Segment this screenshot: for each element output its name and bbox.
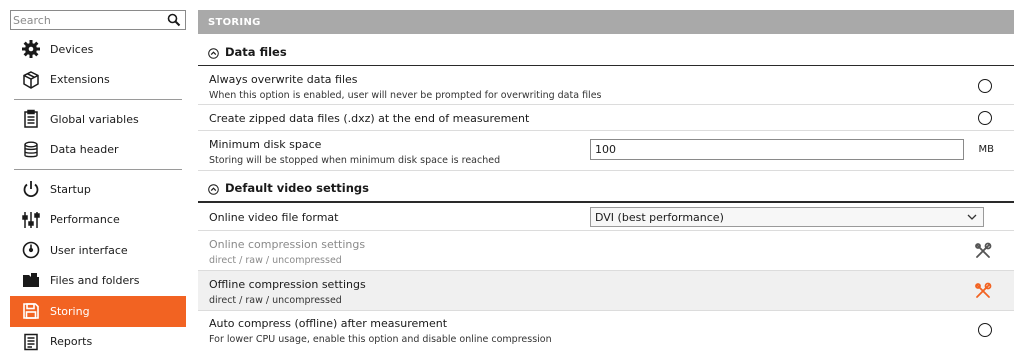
- clipboard-list-icon: [20, 108, 42, 130]
- section-title: Default video settings: [225, 181, 369, 195]
- search-input[interactable]: [11, 11, 161, 29]
- sidebar-item-performance[interactable]: Performance: [10, 205, 186, 236]
- sidebar-item-label: Global variables: [50, 112, 139, 126]
- auto-compress-radio[interactable]: [978, 323, 992, 337]
- sidebar-divider: [14, 169, 182, 170]
- sidebar-list: Devices Extensions Global variables Data…: [10, 34, 186, 357]
- sidebar-item-data-header[interactable]: Data header: [10, 135, 186, 166]
- sidebar-item-startup[interactable]: Startup: [10, 174, 186, 205]
- sidebar-item-files-and-folders[interactable]: Files and folders: [10, 266, 186, 297]
- unit-label: MB: [978, 144, 995, 155]
- setting-row-always-overwrite: Always overwrite data files When this op…: [198, 66, 1014, 105]
- setting-title: Auto compress (offline) after measuremen…: [209, 317, 448, 330]
- sidebar-item-label: Performance: [50, 213, 120, 227]
- sliders-icon: [20, 209, 42, 231]
- setting-description: direct / raw / uncompressed: [209, 255, 342, 266]
- section-title: Data files: [225, 45, 287, 59]
- setting-row-offline-compression: Offline compression settings direct / ra…: [198, 271, 1014, 311]
- sidebar: Devices Extensions Global variabl: [0, 0, 196, 358]
- setting-row-create-zipped: Create zipped data files (.dxz) at the e…: [198, 105, 1014, 131]
- folder-icon: [20, 270, 42, 292]
- sidebar-item-label: Extensions: [50, 73, 110, 87]
- sidebar-item-devices[interactable]: Devices: [10, 34, 186, 65]
- setting-description: direct / raw / uncompressed: [209, 295, 342, 306]
- database-icon: [20, 139, 42, 161]
- sidebar-divider: [14, 99, 182, 100]
- setting-title: Offline compression settings: [209, 278, 366, 291]
- search-box: [10, 10, 186, 30]
- cube-icon: [20, 69, 42, 91]
- chevron-up-icon[interactable]: [208, 48, 219, 59]
- section-default-video-settings[interactable]: Default video settings: [198, 171, 1014, 203]
- search-icon[interactable]: [167, 13, 181, 27]
- create-zipped-radio[interactable]: [978, 111, 992, 125]
- sidebar-item-label: Files and folders: [50, 274, 140, 288]
- setting-row-auto-compress: Auto compress (offline) after measuremen…: [198, 311, 1014, 351]
- gear-icon: [20, 38, 42, 60]
- sidebar-item-reports[interactable]: Reports: [10, 327, 186, 358]
- sidebar-item-label: Devices: [50, 42, 94, 56]
- chevron-down-icon: [967, 214, 977, 220]
- sidebar-item-label: Data header: [50, 143, 119, 157]
- section-data-files[interactable]: Data files: [198, 34, 1014, 66]
- save-icon: [20, 300, 42, 322]
- tools-icon[interactable]: [974, 282, 992, 300]
- page-title: STORING: [198, 10, 1014, 34]
- chevron-up-icon[interactable]: [208, 184, 219, 195]
- setting-title: Always overwrite data files: [209, 73, 358, 86]
- gauge-icon: [20, 239, 42, 261]
- minimum-disk-space-input[interactable]: [590, 139, 964, 160]
- sidebar-item-label: Storing: [50, 304, 90, 318]
- setting-description: When this option is enabled, user will n…: [209, 90, 602, 101]
- sidebar-item-global-variables[interactable]: Global variables: [10, 104, 186, 135]
- sidebar-item-label: User interface: [50, 243, 128, 257]
- select-value: DVI (best performance): [595, 210, 724, 224]
- video-format-select[interactable]: DVI (best performance): [590, 207, 984, 227]
- setting-row-online-video-format: Online video file format DVI (best perfo…: [198, 203, 1014, 231]
- sidebar-item-user-interface[interactable]: User interface: [10, 235, 186, 266]
- setting-title: Online compression settings: [209, 238, 366, 251]
- sidebar-item-storing[interactable]: Storing: [10, 296, 186, 327]
- setting-row-minimum-disk-space: Minimum disk space Storing will be stopp…: [198, 131, 1014, 171]
- storing-panel: STORING Data files Always overwrite data…: [198, 10, 1014, 358]
- sidebar-item-extensions[interactable]: Extensions: [10, 65, 186, 96]
- setting-description: For lower CPU usage, enable this option …: [209, 334, 552, 345]
- always-overwrite-radio[interactable]: [978, 79, 992, 93]
- power-icon: [20, 178, 42, 200]
- report-icon: [20, 331, 42, 353]
- sidebar-item-label: Reports: [50, 335, 93, 349]
- setting-row-online-compression: Online compression settings direct / raw…: [198, 231, 1014, 271]
- setting-title: Create zipped data files (.dxz) at the e…: [209, 112, 530, 125]
- tools-icon[interactable]: [974, 242, 992, 260]
- sidebar-item-label: Startup: [50, 182, 91, 196]
